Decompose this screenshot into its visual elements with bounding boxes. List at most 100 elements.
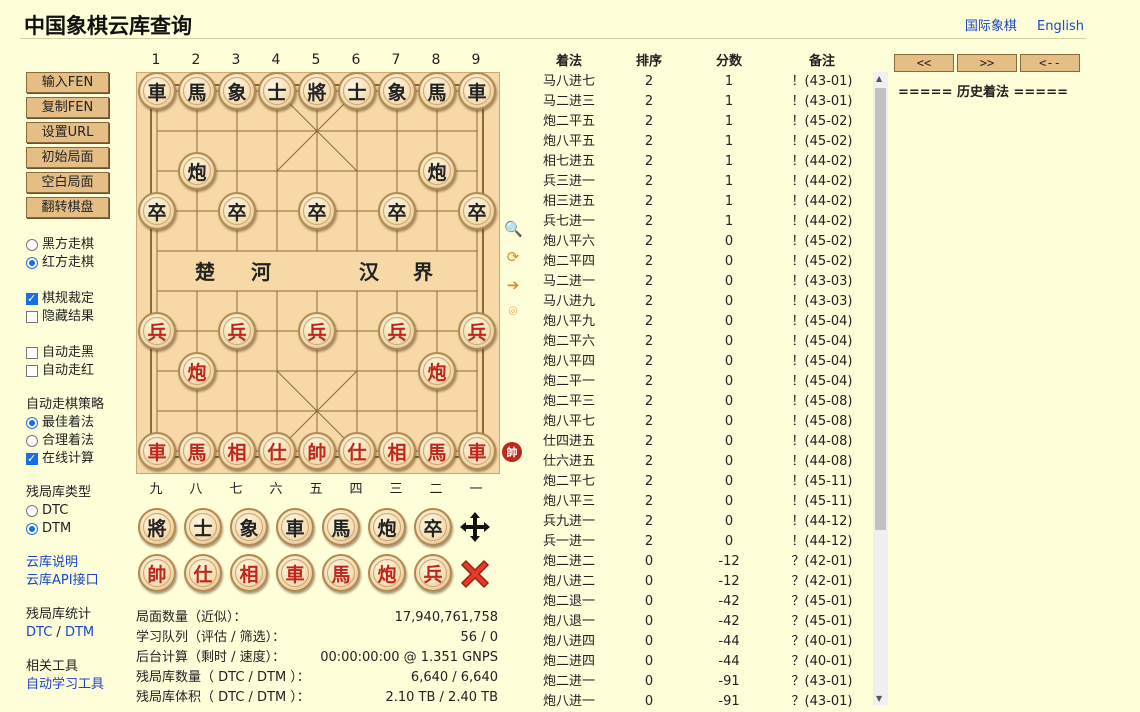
move-row[interactable]: 马八进七 2 1 ！(43-01) [526, 72, 872, 92]
black-piece[interactable]: 士 [258, 72, 296, 110]
move-row[interactable]: 炮二平七 2 0 ！(45-11) [526, 472, 872, 492]
black-palette-piece[interactable]: 卒 [414, 508, 452, 546]
move-name[interactable]: 兵九进一 [526, 512, 612, 532]
search-icon[interactable]: 🔍 [504, 220, 523, 238]
undo-move-button[interactable]: <-- [1020, 54, 1080, 72]
red-piece[interactable]: 兵 [458, 312, 496, 350]
black-palette-piece[interactable]: 將 [138, 508, 176, 546]
black-piece[interactable]: 馬 [178, 72, 216, 110]
black-to-move-option[interactable]: 黑方走棋 [26, 236, 136, 254]
move-row[interactable]: 相三进五 2 1 ！(44-02) [526, 192, 872, 212]
move-row[interactable]: 炮二进一 0 -91 ？(43-01) [526, 672, 872, 692]
move-name[interactable]: 炮二进一 [526, 672, 612, 692]
move-row[interactable]: 炮二退一 0 -42 ？(45-01) [526, 592, 872, 612]
move-name[interactable]: 马二进一 [526, 272, 612, 292]
radio-icon[interactable] [26, 505, 38, 517]
move-name[interactable]: 相七进五 [526, 152, 612, 172]
black-piece[interactable]: 象 [218, 72, 256, 110]
red-piece[interactable]: 兵 [138, 312, 176, 350]
link-english[interactable]: English [1037, 19, 1084, 34]
red-piece[interactable]: 炮 [178, 352, 216, 390]
move-name[interactable]: 炮八平三 [526, 492, 612, 512]
move-name[interactable]: 炮八进一 [526, 692, 612, 712]
auto-black-checkbox[interactable]: 自动走黑 [26, 344, 136, 362]
scroll-up-icon[interactable]: ▲ [876, 74, 882, 83]
next-move-button[interactable]: >> [957, 54, 1017, 72]
red-palette-piece[interactable]: 兵 [414, 554, 452, 592]
black-piece[interactable]: 卒 [298, 192, 336, 230]
black-piece[interactable]: 馬 [418, 72, 456, 110]
black-piece[interactable]: 卒 [138, 192, 176, 230]
move-name[interactable]: 炮八进二 [526, 572, 612, 592]
black-palette-piece[interactable]: 炮 [368, 508, 406, 546]
move-row[interactable]: 炮八平五 2 1 ！(45-02) [526, 132, 872, 152]
radio-icon[interactable] [26, 417, 38, 429]
move-row[interactable]: 兵七进一 2 1 ！(44-02) [526, 212, 872, 232]
move-row[interactable]: 炮八平四 2 0 ！(45-04) [526, 352, 872, 372]
first-move-button[interactable]: << [894, 54, 954, 72]
red-palette-piece[interactable]: 馬 [322, 554, 360, 592]
online-calc-checkbox[interactable]: 在线计算 [26, 450, 136, 468]
checkbox-icon[interactable] [26, 450, 38, 468]
move-name[interactable]: 仕四进五 [526, 432, 612, 452]
move-row[interactable]: 炮八平三 2 0 ！(45-11) [526, 492, 872, 512]
move-name[interactable]: 仕六进五 [526, 452, 612, 472]
reasonable-move-option[interactable]: 合理着法 [26, 432, 136, 450]
forward-icon[interactable]: ➔ [504, 276, 522, 294]
red-to-move-option[interactable]: 红方走棋 [26, 254, 136, 272]
move-row[interactable]: 炮二平四 2 0 ！(45-02) [526, 252, 872, 272]
red-piece[interactable]: 相 [378, 432, 416, 470]
move-row[interactable]: 兵一进一 2 0 ！(44-12) [526, 532, 872, 552]
black-piece[interactable]: 卒 [378, 192, 416, 230]
scroll-down-icon[interactable]: ▼ [876, 694, 882, 703]
red-palette-piece[interactable]: 仕 [184, 554, 222, 592]
move-name[interactable]: 兵一进一 [526, 532, 612, 552]
move-row[interactable]: 马二进一 2 0 ！(43-03) [526, 272, 872, 292]
move-row[interactable]: 炮八平九 2 0 ！(45-04) [526, 312, 872, 332]
red-piece[interactable]: 相 [218, 432, 256, 470]
red-palette-piece[interactable]: 炮 [368, 554, 406, 592]
move-name[interactable]: 兵三进一 [526, 172, 612, 192]
rule-judge-checkbox[interactable]: 棋规裁定 [26, 290, 136, 308]
move-name[interactable]: 炮八平六 [526, 232, 612, 252]
move-row[interactable]: 炮八进二 0 -12 ？(42-01) [526, 572, 872, 592]
chess-board[interactable]: 楚河汉界 車馬象士將士象馬車炮炮卒卒卒卒卒兵兵兵兵兵炮炮車馬相仕帥仕相馬車 [136, 72, 500, 474]
black-piece[interactable]: 士 [338, 72, 376, 110]
refresh-icon[interactable]: ⟳ [504, 248, 522, 266]
red-piece[interactable]: 帥 [298, 432, 336, 470]
dtm-link[interactable]: DTM [65, 625, 94, 640]
cloud-api-link[interactable]: 云库API接口 [26, 572, 136, 590]
black-piece[interactable]: 車 [138, 72, 176, 110]
moves-scrollbar[interactable]: ▲ ▼ [873, 72, 888, 705]
move-row[interactable]: 炮八进四 0 -44 ？(40-01) [526, 632, 872, 652]
red-piece[interactable]: 仕 [258, 432, 296, 470]
input-fen-button[interactable]: 输入FEN [26, 72, 109, 93]
dtm-option[interactable]: DTM [26, 520, 136, 538]
auto-red-checkbox[interactable]: 自动走红 [26, 362, 136, 380]
checkbox-icon[interactable] [26, 365, 38, 377]
move-name[interactable]: 炮八平五 [526, 132, 612, 152]
move-name[interactable]: 马二进三 [526, 92, 612, 112]
move-name[interactable]: 炮二平五 [526, 112, 612, 132]
red-piece[interactable]: 炮 [418, 352, 456, 390]
move-row[interactable]: 马二进三 2 1 ！(43-01) [526, 92, 872, 112]
red-piece[interactable]: 仕 [338, 432, 376, 470]
move-row[interactable]: 仕四进五 2 0 ！(44-08) [526, 432, 872, 452]
black-piece[interactable]: 車 [458, 72, 496, 110]
dtc-link[interactable]: DTC [26, 625, 52, 640]
set-url-button[interactable]: 设置URL [26, 122, 109, 143]
move-row[interactable]: 兵九进一 2 0 ！(44-12) [526, 512, 872, 532]
black-piece[interactable]: 卒 [218, 192, 256, 230]
move-name[interactable]: 炮二平七 [526, 472, 612, 492]
move-name[interactable]: 炮二平六 [526, 332, 612, 352]
move-row[interactable]: 炮二平五 2 1 ！(45-02) [526, 112, 872, 132]
camera-icon[interactable]: ⌾ [504, 302, 522, 320]
blank-position-button[interactable]: 空白局面 [26, 172, 109, 193]
move-name[interactable]: 炮二进二 [526, 552, 612, 572]
red-piece[interactable]: 車 [138, 432, 176, 470]
move-name[interactable]: 相三进五 [526, 192, 612, 212]
red-piece[interactable]: 兵 [298, 312, 336, 350]
move-cursor-icon[interactable] [458, 510, 492, 544]
move-name[interactable]: 炮八平四 [526, 352, 612, 372]
red-piece[interactable]: 兵 [218, 312, 256, 350]
